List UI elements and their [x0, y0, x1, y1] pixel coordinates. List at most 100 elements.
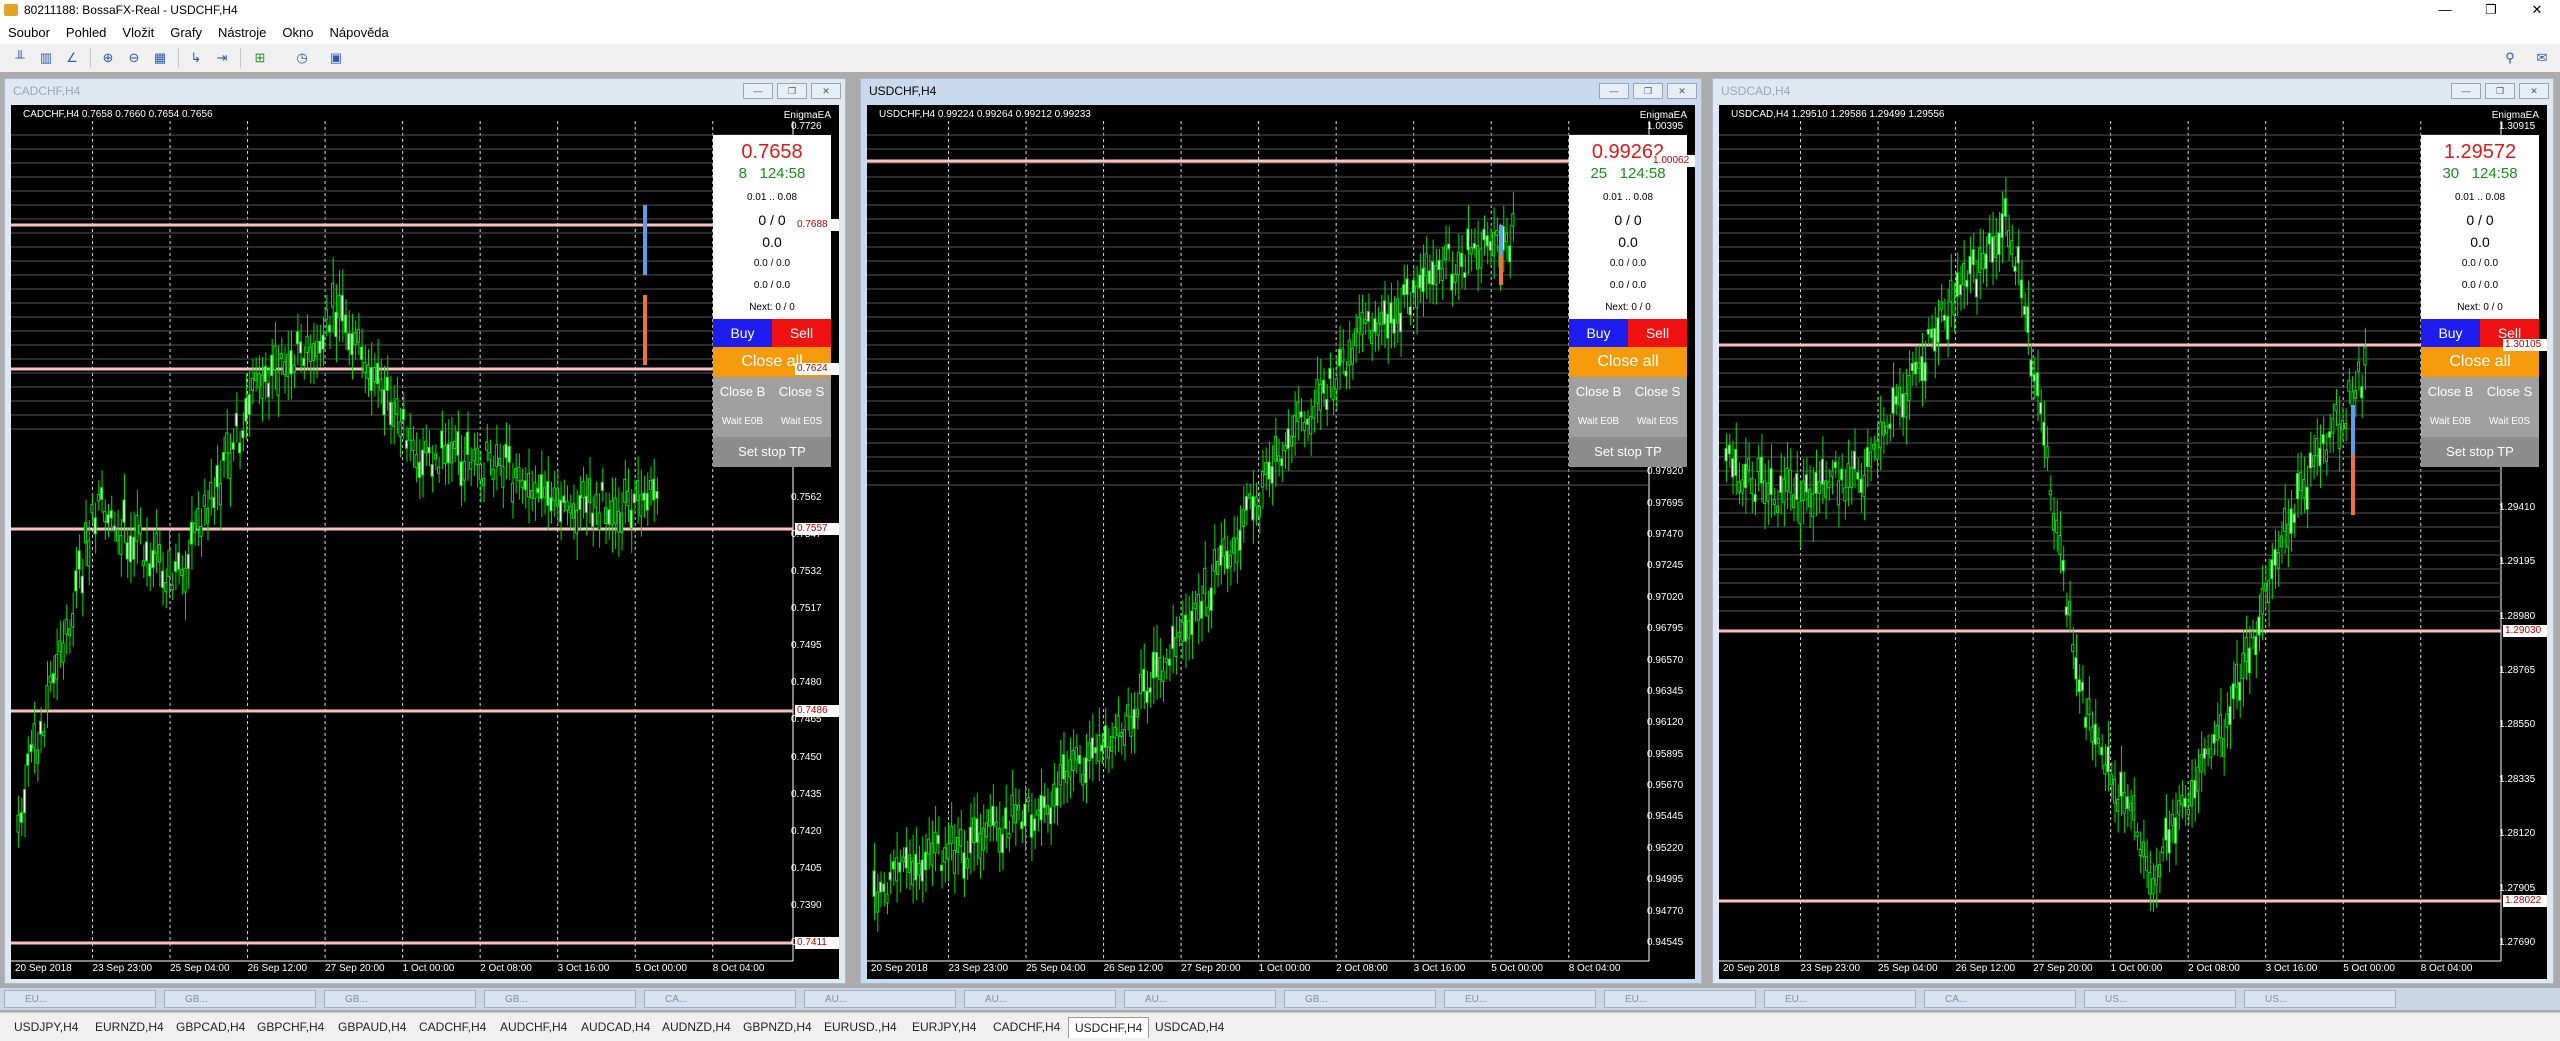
chart-maximize-button[interactable]: ❐: [777, 83, 807, 99]
symbol-tab[interactable]: CADCHF,H4: [413, 1017, 492, 1037]
symbol-tab[interactable]: USDCAD,H4: [1149, 1017, 1230, 1037]
chart-minimize-button[interactable]: —: [743, 83, 773, 99]
menu-okno[interactable]: Okno: [274, 20, 321, 44]
line-chart-icon[interactable]: ∠: [64, 50, 80, 66]
symbol-tab[interactable]: AUDNZD,H4: [656, 1017, 737, 1037]
minimized-window[interactable]: EU...: [1444, 990, 1596, 1008]
menu-nastroje[interactable]: Nástroje: [210, 20, 274, 44]
price-chart[interactable]: CADCHF,H4 0.7658 0.7660 0.7654 0.7656 En…: [11, 105, 839, 979]
chart-close-button[interactable]: ✕: [2519, 83, 2549, 99]
close-buy-button[interactable]: Close B: [2421, 377, 2480, 407]
symbol-tab[interactable]: GBPCAD,H4: [170, 1017, 251, 1037]
zoom-out-icon[interactable]: ⊖: [126, 50, 142, 66]
zoom-in-icon[interactable]: ⊕: [100, 50, 116, 66]
buy-button[interactable]: Buy: [2421, 319, 2480, 347]
chart-window-usdcad[interactable]: USDCAD,H4 — ❐ ✕ USDCAD,H4 1.29510 1.2958…: [1712, 78, 2554, 984]
menu-soubor[interactable]: Soubor: [0, 20, 58, 44]
candle-body: [546, 481, 550, 506]
price-tick-label: 0.7420: [791, 825, 822, 837]
wait-eos-button[interactable]: Wait E0S: [1628, 407, 1687, 437]
minimized-window[interactable]: GB...: [484, 990, 636, 1008]
menu-grafy[interactable]: Grafy: [162, 20, 210, 44]
minimized-window[interactable]: CA...: [644, 990, 796, 1008]
chart-window-cadchf[interactable]: CADCHF,H4 — ❐ ✕ CADCHF,H4 0.7658 0.7660 …: [4, 78, 846, 984]
buy-button[interactable]: Buy: [1569, 319, 1628, 347]
wait-eos-button[interactable]: Wait E0S: [772, 407, 831, 437]
candle-body: [1763, 480, 1767, 505]
minimize-button[interactable]: —: [2422, 0, 2468, 20]
chart-close-button[interactable]: ✕: [1667, 83, 1697, 99]
price-chart[interactable]: USDCAD,H4 1.29510 1.29586 1.29499 1.2955…: [1719, 105, 2547, 979]
chart-window-usdchf[interactable]: USDCHF,H4 — ❐ ✕ USDCHF,H4 0.99224 0.9926…: [860, 78, 1702, 984]
wait-eob-button[interactable]: Wait E0B: [713, 407, 772, 437]
menu-vlozit[interactable]: Vložit: [114, 20, 162, 44]
time-tick-label: 2 Oct 08:00: [1336, 963, 1388, 974]
minimized-window[interactable]: AU...: [804, 990, 956, 1008]
minimized-window[interactable]: EU...: [1604, 990, 1756, 1008]
symbol-tab[interactable]: GBPCHF,H4: [251, 1017, 330, 1037]
candle-body: [491, 468, 495, 480]
price-chart[interactable]: USDCHF,H4 0.99224 0.99264 0.99212 0.9923…: [867, 105, 1695, 979]
menu-pohled[interactable]: Pohled: [58, 20, 114, 44]
menu-napoveda[interactable]: Nápověda: [322, 20, 397, 44]
periods-icon[interactable]: ◷: [294, 50, 310, 66]
candle-body: [1077, 754, 1082, 765]
symbol-tab[interactable]: GBPAUD,H4: [332, 1017, 412, 1037]
chart-close-button[interactable]: ✕: [811, 83, 841, 99]
close-sell-button[interactable]: Close S: [1628, 377, 1687, 407]
bar-chart-icon[interactable]: ╨: [12, 50, 28, 66]
symbol-tab[interactable]: EURUSD.,H4: [818, 1017, 903, 1037]
chart-maximize-button[interactable]: ❐: [1633, 83, 1663, 99]
close-button[interactable]: ✕: [2514, 0, 2560, 20]
minimized-window[interactable]: GB...: [1284, 990, 1436, 1008]
minimized-window[interactable]: AU...: [964, 990, 1116, 1008]
set-stop-tp-button[interactable]: Set stop TP: [2421, 437, 2539, 467]
app-titlebar: 80211188: BossaFX-Real - USDCHF,H4 — ❐ ✕: [0, 0, 2560, 20]
close-all-button[interactable]: Close all: [1569, 347, 1687, 377]
wait-eos-button[interactable]: Wait E0S: [2480, 407, 2539, 437]
tile-windows-icon[interactable]: ▦: [152, 50, 168, 66]
candle-body: [55, 654, 59, 680]
close-sell-button[interactable]: Close S: [2480, 377, 2539, 407]
chart-shift-icon[interactable]: ⇥: [214, 50, 230, 66]
minimized-window[interactable]: US...: [2244, 990, 2396, 1008]
autoscroll-icon[interactable]: ↳: [188, 50, 204, 66]
close-buy-button[interactable]: Close B: [713, 377, 772, 407]
symbol-tab[interactable]: EURJPY,H4: [906, 1017, 982, 1037]
wait-eob-button[interactable]: Wait E0B: [2421, 407, 2480, 437]
buy-button[interactable]: Buy: [713, 319, 772, 347]
minimized-window[interactable]: GB...: [324, 990, 476, 1008]
symbol-tab[interactable]: GBPNZD,H4: [737, 1017, 818, 1037]
minimized-window[interactable]: US...: [2084, 990, 2236, 1008]
close-all-button[interactable]: Close all: [2421, 347, 2539, 377]
symbol-tab[interactable]: EURNZD,H4: [89, 1017, 170, 1037]
symbol-tab[interactable]: USDJPY,H4: [8, 1017, 84, 1037]
candle-body: [1344, 370, 1348, 377]
close-sell-button[interactable]: Close S: [772, 377, 831, 407]
minimized-window[interactable]: GB...: [164, 990, 316, 1008]
symbol-tab[interactable]: USDCHF,H4: [1068, 1017, 1150, 1038]
candle-chart-icon[interactable]: ▥: [38, 50, 54, 66]
candle-body: [138, 524, 142, 535]
templates-icon[interactable]: ▣: [328, 50, 344, 66]
minimized-window[interactable]: EU...: [1764, 990, 1916, 1008]
wait-eob-button[interactable]: Wait E0B: [1569, 407, 1628, 437]
minimized-window[interactable]: CA...: [1924, 990, 2076, 1008]
chat-icon[interactable]: ✉: [2534, 50, 2550, 66]
symbol-tab[interactable]: CADCHF,H4: [987, 1017, 1066, 1037]
set-stop-tp-button[interactable]: Set stop TP: [1569, 437, 1687, 467]
maximize-button[interactable]: ❐: [2468, 0, 2514, 20]
close-buy-button[interactable]: Close B: [1569, 377, 1628, 407]
chart-minimize-button[interactable]: —: [2451, 83, 2481, 99]
search-icon[interactable]: ⚲: [2502, 50, 2518, 66]
chart-minimize-button[interactable]: —: [1599, 83, 1629, 99]
set-stop-tp-button[interactable]: Set stop TP: [713, 437, 831, 467]
chart-maximize-button[interactable]: ❐: [2485, 83, 2515, 99]
symbol-tab[interactable]: AUDCHF,H4: [494, 1017, 573, 1037]
minimized-window[interactable]: EU...: [4, 990, 156, 1008]
sell-button[interactable]: Sell: [772, 319, 831, 347]
sell-button[interactable]: Sell: [1628, 319, 1687, 347]
symbol-tab[interactable]: AUDCAD,H4: [575, 1017, 656, 1037]
minimized-window[interactable]: AU...: [1124, 990, 1276, 1008]
indicators-icon[interactable]: ⊞: [252, 50, 268, 66]
